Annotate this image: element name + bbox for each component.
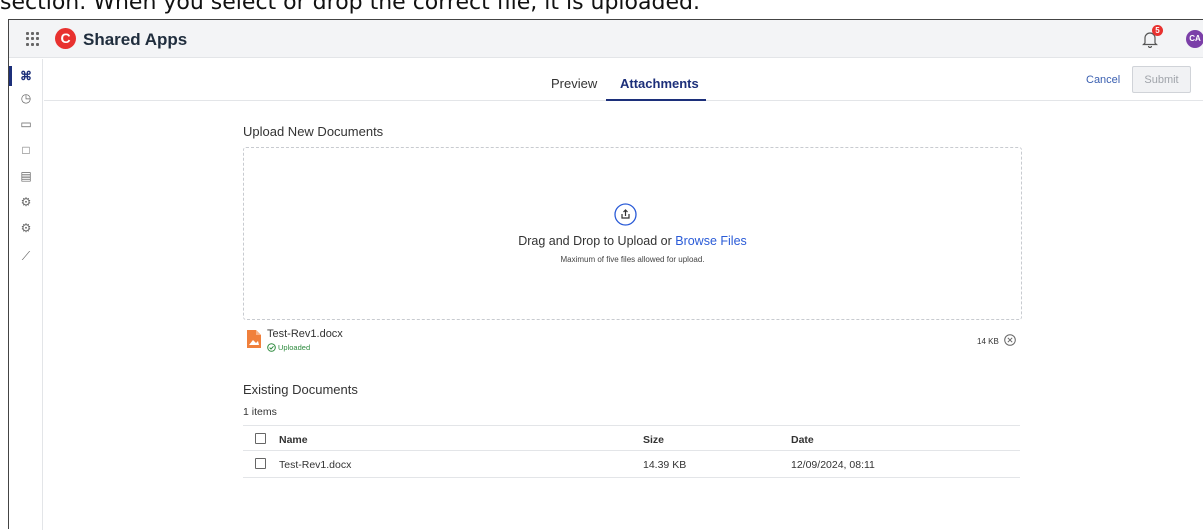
notification-badge: 5 bbox=[1152, 25, 1163, 36]
document-size: 14.39 KB bbox=[643, 459, 687, 471]
upload-status: Uploaded bbox=[267, 343, 310, 352]
cancel-button[interactable]: Cancel bbox=[1086, 74, 1120, 86]
tab-attachments[interactable]: Attachments bbox=[620, 76, 699, 91]
row-checkbox[interactable] bbox=[255, 458, 266, 469]
uploaded-file-size: 14 KB bbox=[977, 337, 999, 346]
items-count: 1 items bbox=[243, 406, 277, 418]
upload-icon[interactable] bbox=[614, 203, 637, 226]
column-header-name[interactable]: Name bbox=[279, 434, 308, 446]
briefcase-icon[interactable]: □ bbox=[9, 139, 43, 161]
column-header-size[interactable]: Size bbox=[643, 434, 664, 446]
tab-preview[interactable]: Preview bbox=[551, 76, 597, 91]
app-title: Shared Apps bbox=[83, 30, 188, 49]
folder-icon[interactable]: ▭ bbox=[9, 113, 43, 135]
id-card-icon[interactable]: ▤ bbox=[9, 165, 43, 187]
instruction-caption: section. When you select or drop the cor… bbox=[0, 0, 700, 14]
check-circle-icon bbox=[267, 343, 276, 352]
document-date: 12/09/2024, 08:11 bbox=[791, 459, 875, 471]
chart-line-icon[interactable]: ⟋ bbox=[9, 245, 43, 267]
drag-drop-text: Drag and Drop to Upload or bbox=[518, 234, 676, 248]
existing-documents-table: Name Size Date Test-Rev1.docx 14.39 KB 1… bbox=[243, 425, 1020, 478]
sidebar: ⌘ ◷ ▭ □ ▤ ⚙ ⚙ ⟋ bbox=[9, 59, 43, 530]
top-bar: C Shared Apps 5 CA bbox=[9, 20, 1203, 58]
gear-icon[interactable]: ⚙ bbox=[9, 217, 43, 239]
table-header-row: Name Size Date bbox=[243, 425, 1020, 451]
clock-icon[interactable]: ◷ bbox=[9, 87, 43, 109]
user-avatar[interactable]: CA bbox=[1186, 30, 1203, 48]
brand-logo: C bbox=[55, 28, 76, 49]
select-all-checkbox[interactable] bbox=[255, 433, 266, 444]
image-file-icon bbox=[247, 330, 261, 348]
uploaded-file-name: Test-Rev1.docx bbox=[267, 328, 343, 340]
submit-button[interactable]: Submit bbox=[1132, 66, 1191, 93]
upload-status-label: Uploaded bbox=[278, 343, 311, 352]
browse-files-link[interactable]: Browse Files bbox=[675, 234, 747, 248]
uploaded-file-row: Test-Rev1.docx Uploaded 14 KB bbox=[243, 325, 1022, 355]
app-window: C Shared Apps 5 CA ⌘ ◷ ▭ □ ▤ ⚙ ⚙ ⟋ Previ… bbox=[8, 19, 1203, 530]
command-icon[interactable]: ⌘ bbox=[9, 65, 43, 87]
column-header-date[interactable]: Date bbox=[791, 434, 814, 446]
active-tab-indicator bbox=[606, 99, 706, 101]
upload-section-title: Upload New Documents bbox=[243, 124, 384, 139]
dropzone-instructions: Drag and Drop to Upload or Browse Files bbox=[244, 234, 1021, 248]
upload-limit-note: Maximum of five files allowed for upload… bbox=[560, 255, 705, 264]
tab-bar: Preview Attachments Cancel Submit bbox=[44, 59, 1203, 101]
remove-file-icon[interactable] bbox=[1004, 334, 1016, 346]
gear-icon[interactable]: ⚙ bbox=[9, 191, 43, 213]
document-name: Test-Rev1.docx bbox=[279, 459, 352, 471]
app-launcher-icon[interactable] bbox=[26, 32, 40, 46]
table-row[interactable]: Test-Rev1.docx 14.39 KB 12/09/2024, 08:1… bbox=[243, 451, 1020, 478]
existing-section-title: Existing Documents bbox=[243, 382, 358, 397]
file-dropzone[interactable]: Drag and Drop to Upload or Browse Files … bbox=[243, 147, 1022, 320]
